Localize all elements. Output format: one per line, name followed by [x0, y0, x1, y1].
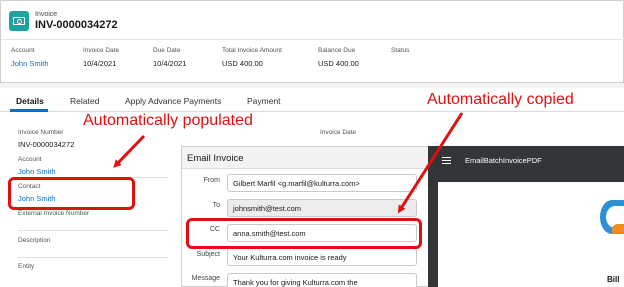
pdf-bill-heading: Bill	[607, 275, 620, 284]
invoice-icon	[9, 11, 29, 31]
highlight-box-cc	[186, 218, 422, 249]
highlight-label: Balance Due	[318, 47, 356, 54]
record-highlights-panel: Invoice INV-0000034272 Account John Smit…	[0, 0, 624, 83]
account-link[interactable]: John Smith	[18, 167, 56, 176]
highlight-label: Status	[391, 47, 410, 54]
modal-title: Email Invoice	[187, 153, 244, 164]
menu-icon[interactable]	[442, 157, 451, 164]
highlight-label: Due Date	[153, 47, 181, 54]
highlight-total-amount: Total Invoice Amount USD 400.00	[222, 47, 282, 68]
highlight-value: USD 400.00	[222, 59, 263, 68]
field-divider	[18, 257, 168, 258]
subject-field[interactable]: Your Kulturra.com invoice is ready	[227, 248, 417, 266]
salesforce-invoice-record: Invoice INV-0000034272 Account John Smit…	[0, 0, 624, 287]
entity-label: Entity	[18, 263, 35, 270]
highlight-value: 10/4/2021	[153, 59, 187, 68]
highlight-label: Invoice Date	[83, 47, 120, 54]
highlight-status: Status	[391, 47, 409, 59]
pdf-title: EmailBatchInvoicePDF	[465, 156, 542, 165]
account-link[interactable]: John Smith	[11, 59, 49, 68]
highlight-box-contact	[8, 177, 135, 210]
active-tab-indicator	[10, 109, 48, 112]
description-label: Description	[18, 237, 51, 244]
to-label: To	[212, 202, 220, 209]
invoice-date-label: Invoice Date	[320, 129, 357, 136]
highlight-balance-due: Balance Due USD 400.00	[318, 47, 359, 68]
tab-apply-advance-payments[interactable]: Apply Advance Payments	[125, 96, 221, 106]
field-divider	[18, 230, 168, 231]
to-field[interactable]: johnsmith@test.com	[227, 199, 417, 217]
pdf-viewer: EmailBatchInvoicePDF	[428, 146, 624, 287]
highlight-due-date: Due Date 10/4/2021	[153, 47, 186, 68]
pdf-page	[438, 182, 624, 287]
from-label: From	[203, 177, 220, 184]
tab-details[interactable]: Details	[16, 96, 44, 106]
pdf-toolbar: EmailBatchInvoicePDF	[428, 146, 624, 176]
arrow-populated	[113, 134, 146, 168]
annotation-copied: Automatically copied	[427, 91, 574, 108]
tab-payment[interactable]: Payment	[247, 96, 281, 106]
highlight-account: Account John Smith	[11, 47, 49, 68]
message-field[interactable]: Thank you for giving Kulturra.com the	[227, 273, 417, 287]
from-select[interactable]: Gilbert Marfil <g.marfil@kulturra.com>	[227, 174, 417, 192]
tab-related[interactable]: Related	[70, 96, 99, 106]
subject-label: Subject	[196, 251, 220, 258]
divider	[1, 39, 624, 40]
message-label: Message	[191, 275, 220, 282]
invoice-number-value: INV-0000034272	[18, 140, 75, 149]
external-invoice-number-label: External Invoice Number	[18, 210, 90, 217]
highlight-value: USD 400.00	[318, 59, 359, 68]
highlight-label: Account	[11, 47, 35, 54]
modal-header: Email Invoice	[182, 147, 430, 169]
invoice-number-label: Invoice Number	[18, 129, 64, 136]
annotation-populated: Automatically populated	[83, 112, 253, 129]
record-name: INV-0000034272	[35, 19, 118, 31]
highlight-value: 10/4/2021	[83, 59, 117, 68]
object-type-label: Invoice	[35, 11, 58, 18]
highlight-invoice-date: Invoice Date 10/4/2021	[83, 47, 119, 68]
highlight-label: Total Invoice Amount	[222, 47, 282, 54]
logo-part	[612, 224, 624, 234]
account-label: Account	[18, 156, 42, 163]
